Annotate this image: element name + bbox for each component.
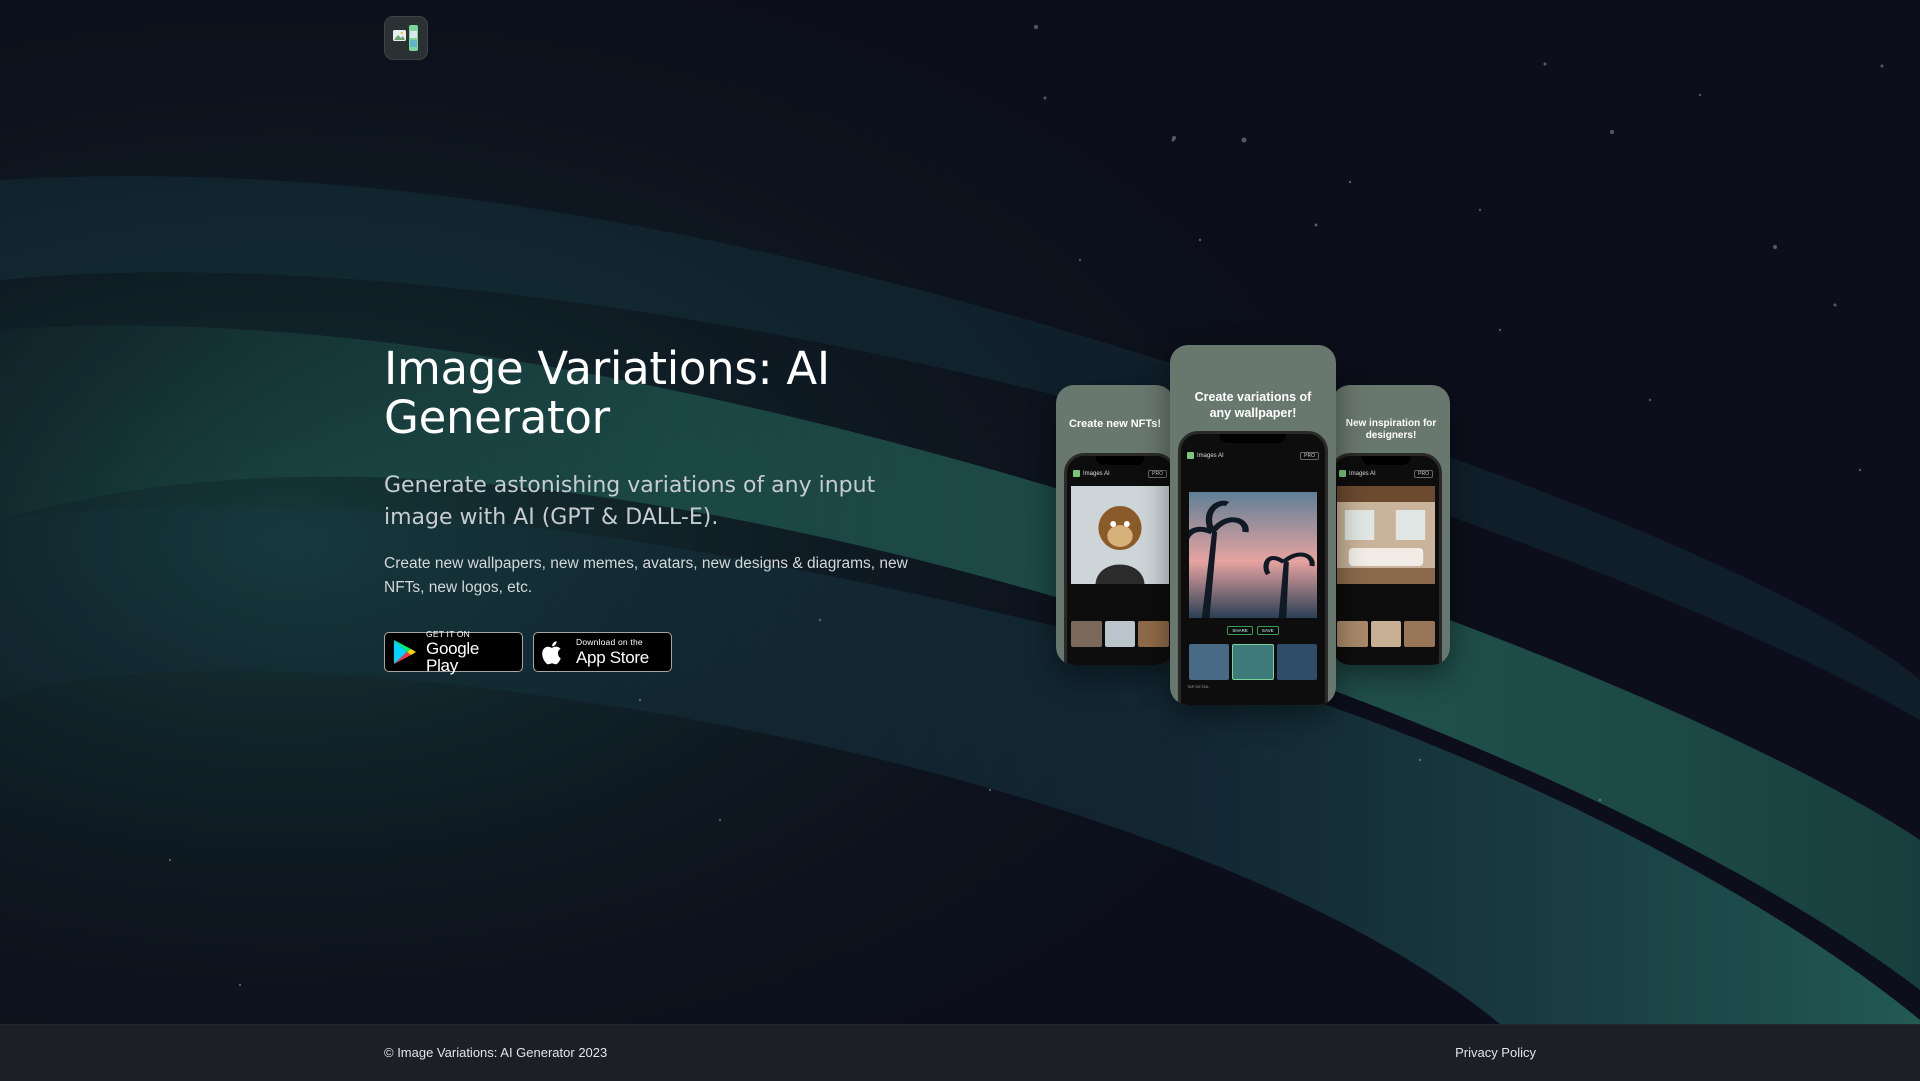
- page-title: Image Variations: AI Generator: [384, 342, 830, 444]
- app-logo-icon[interactable]: [384, 16, 428, 60]
- mockup-card-right: New inspiration for designers! Images AI…: [1332, 385, 1450, 665]
- google-play-button[interactable]: GET IT ON Google Play: [384, 628, 523, 676]
- share-button[interactable]: SHARE: [1227, 626, 1253, 635]
- phone-center: Images AI PRO SHARE SAVE TAP DETAIL: [1178, 431, 1328, 705]
- app-store-label: App Store: [576, 647, 649, 667]
- mockup-caption-right: New inspiration for designers!: [1345, 418, 1437, 441]
- phone-right: Images AI PRO: [1332, 453, 1442, 665]
- pro-badge-right: PRO: [1414, 470, 1433, 478]
- google-play-label: Google Play: [426, 639, 480, 676]
- apple-icon: [542, 638, 568, 666]
- hero-subtitle: Generate astonishing variations of any i…: [384, 473, 876, 530]
- store-badges: GET IT ON Google Play Download on the Ap…: [384, 628, 944, 676]
- mockup-caption-left: Create new NFTs!: [1068, 418, 1162, 430]
- pro-badge-left: PRO: [1148, 470, 1167, 478]
- hero-description: Create new wallpapers, new memes, avatar…: [384, 555, 908, 596]
- google-play-small-label: GET IT ON: [426, 628, 471, 639]
- hero: Image Variations: AI Generator Generate …: [384, 342, 944, 676]
- save-button[interactable]: SAVE: [1256, 626, 1279, 635]
- app-name-right: Images AI: [1349, 471, 1376, 478]
- footnote-center: TAP DETAIL: [1187, 684, 1210, 689]
- copyright-text: © Image Variations: AI Generator 2023: [384, 1045, 608, 1060]
- phone-mockups: Create new NFTs! Images AI PRO New inspi…: [1056, 345, 1450, 705]
- phone-left: Images AI PRO: [1064, 453, 1174, 665]
- thumbnails-left: [1071, 621, 1170, 647]
- mockup-card-center: Create variations of any wallpaper! Imag…: [1170, 345, 1336, 705]
- page: Image Variations: AI Generator Generate …: [0, 0, 1920, 1081]
- google-play-icon: [393, 638, 418, 666]
- ape-nft-image: [1071, 486, 1169, 584]
- pro-badge-center: PRO: [1300, 452, 1319, 460]
- app-store-small-label: Download on the: [576, 637, 643, 648]
- footer: © Image Variations: AI Generator 2023 Pr…: [0, 1024, 1920, 1081]
- app-name-left: Images AI: [1083, 471, 1110, 478]
- interior-design-image: [1337, 486, 1435, 584]
- mockup-caption-center: Create variations of any wallpaper!: [1194, 390, 1312, 420]
- app-store-button[interactable]: Download on the App Store: [533, 632, 672, 672]
- app-name-center: Images AI: [1197, 453, 1224, 460]
- image-actions: SHARE SAVE: [1181, 626, 1325, 635]
- thumbnails-center: [1189, 644, 1317, 680]
- mockup-card-left: Create new NFTs! Images AI PRO: [1056, 385, 1174, 665]
- privacy-policy-link[interactable]: Privacy Policy: [1455, 1045, 1536, 1060]
- palm-wallpaper-image: [1181, 492, 1317, 618]
- thumbnails-right: [1337, 621, 1436, 647]
